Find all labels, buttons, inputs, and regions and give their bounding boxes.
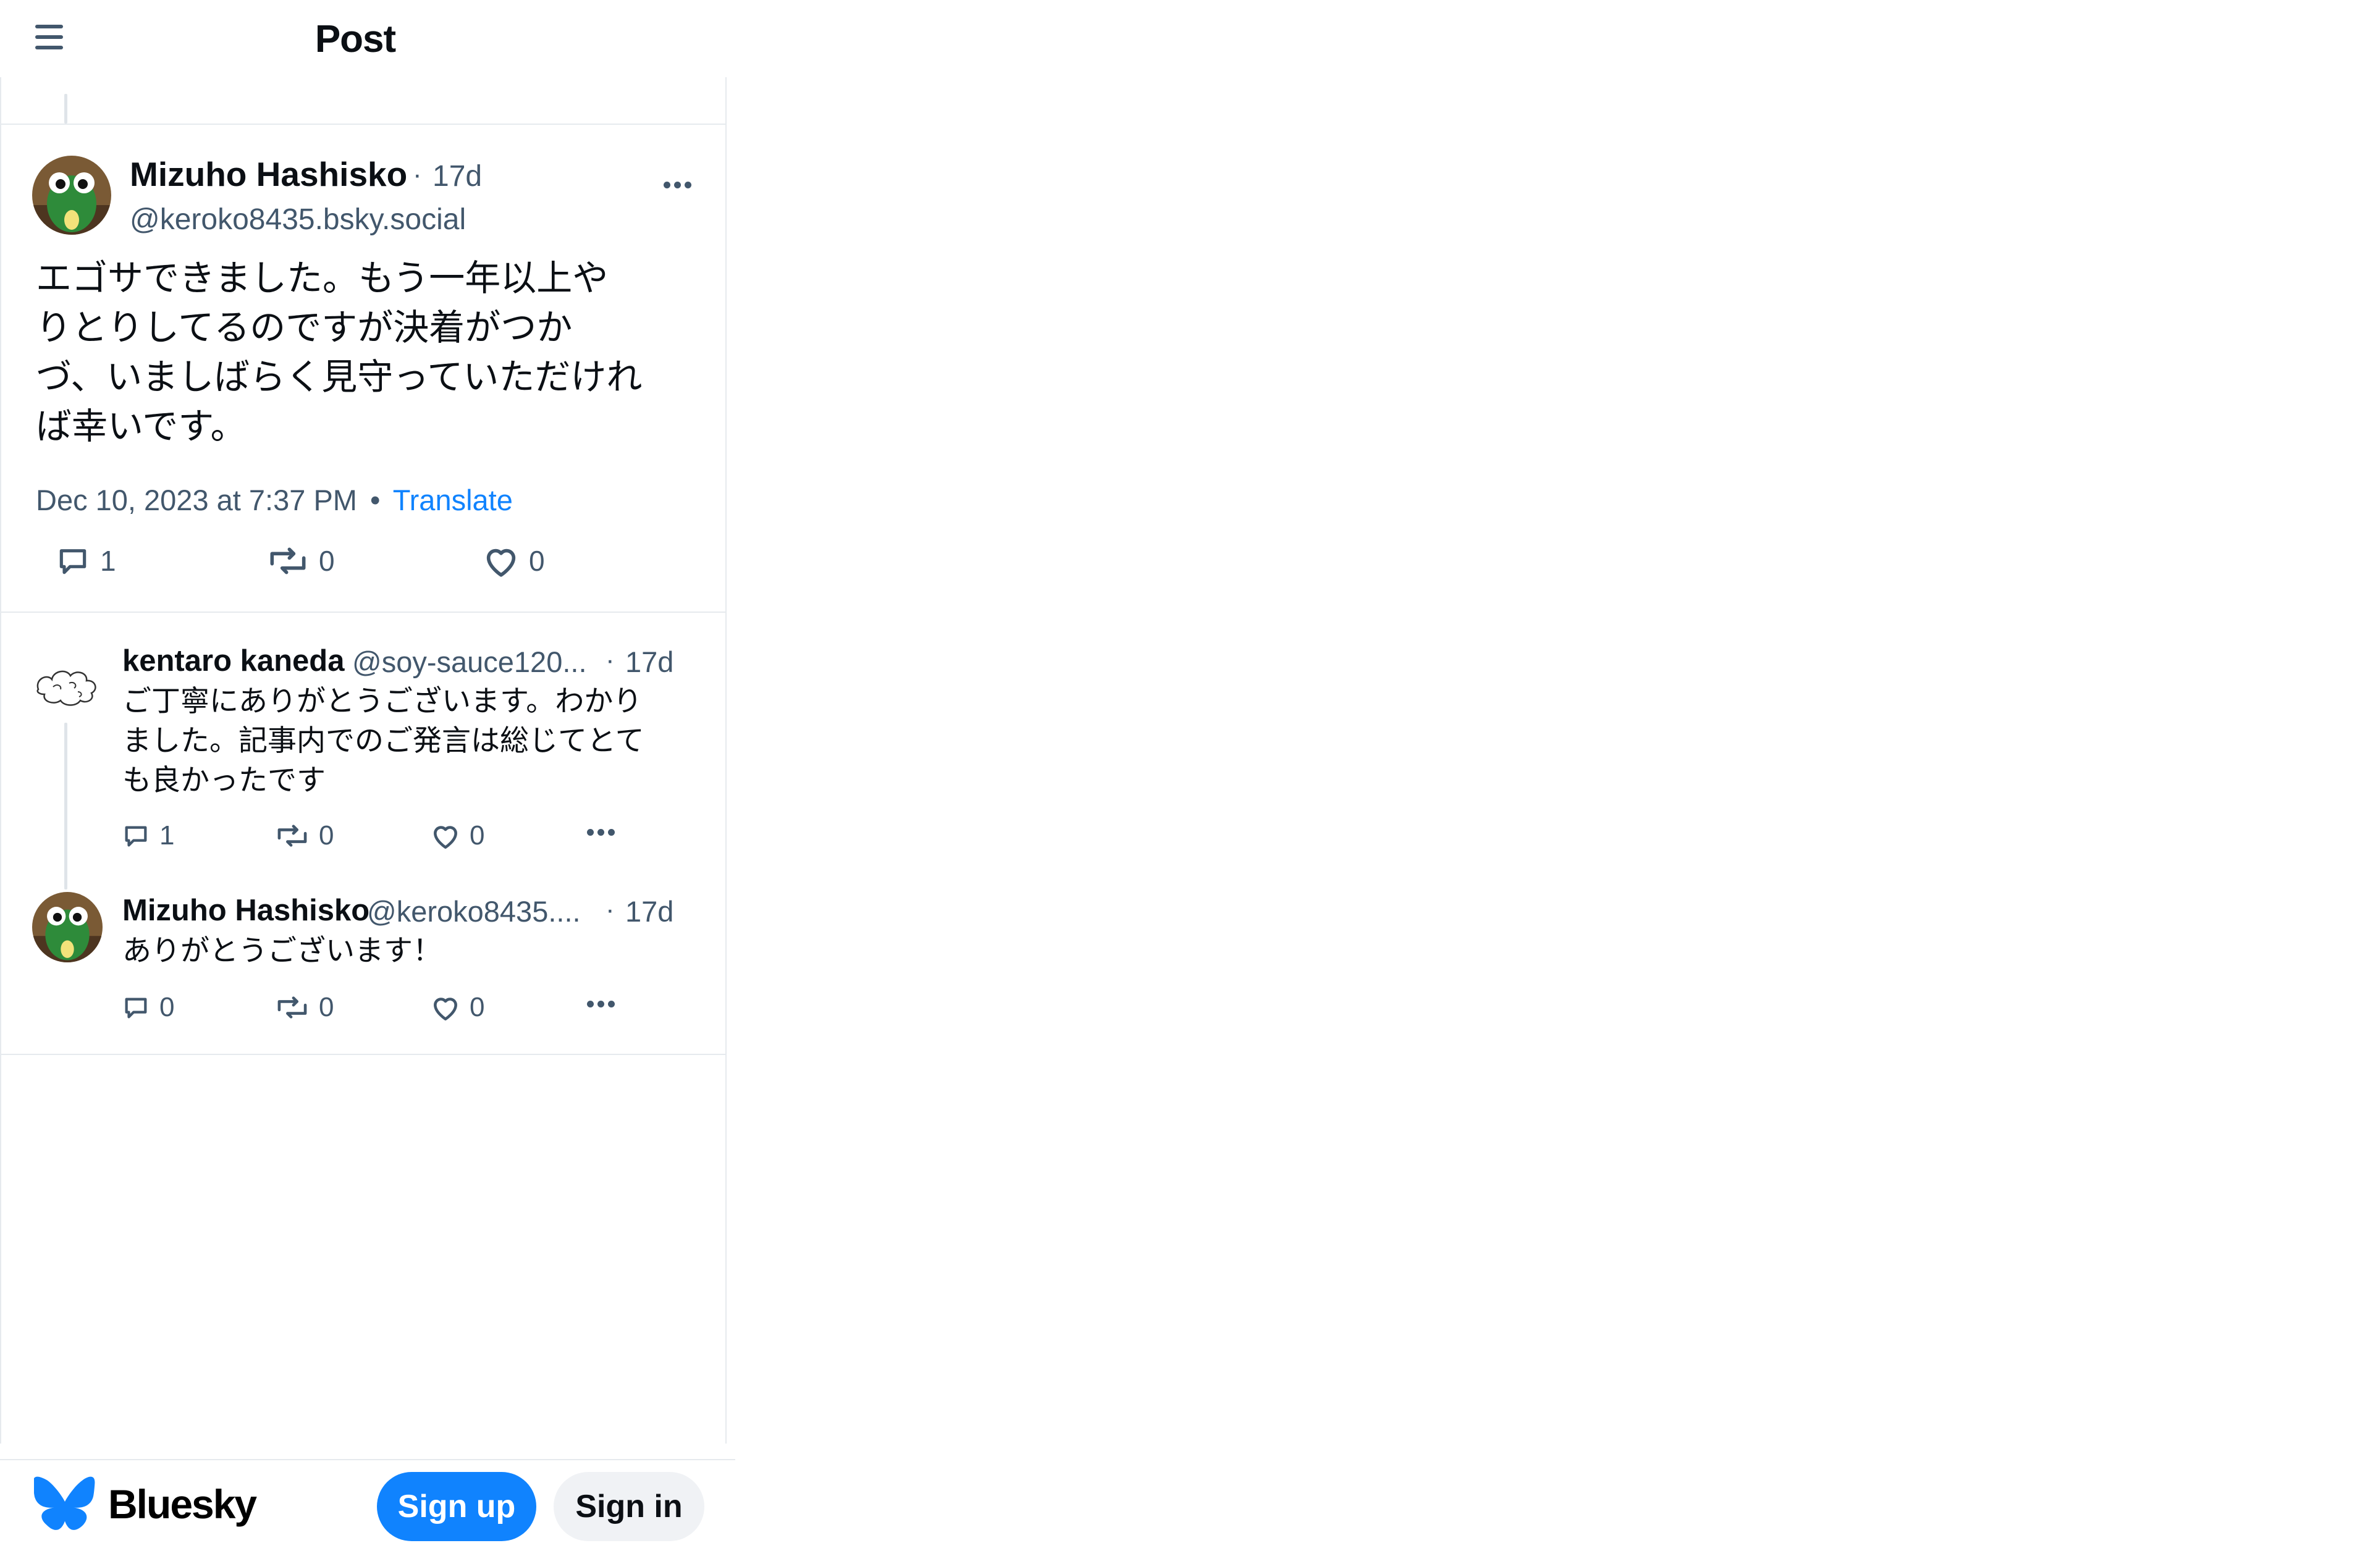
dot-separator: · bbox=[413, 159, 422, 190]
like-count: 0 bbox=[470, 820, 485, 851]
repost-icon bbox=[277, 825, 307, 847]
reply-icon bbox=[125, 998, 147, 1019]
time-ago: 17d bbox=[433, 160, 483, 193]
repost-count: 0 bbox=[319, 992, 334, 1022]
like-button[interactable]: 0 bbox=[482, 544, 545, 578]
repost-button[interactable]: 0 bbox=[274, 820, 334, 851]
main-column: Post Mizuho Hashisko · 17d @keroko8435.b… bbox=[0, 0, 727, 1564]
post-timestamp-row: Dec 10, 2023 at 7:37 PM • Translate bbox=[36, 483, 513, 517]
author-handle[interactable]: @keroko8435.bsky.social bbox=[130, 203, 466, 237]
divider bbox=[0, 612, 725, 613]
bluesky-logo[interactable]: Bluesky bbox=[34, 1476, 257, 1532]
author-name[interactable]: Mizuho Hashisko bbox=[130, 154, 407, 194]
repost-button[interactable]: 0 bbox=[266, 544, 335, 578]
like-button[interactable]: 0 bbox=[430, 992, 484, 1023]
more-options-icon[interactable] bbox=[664, 182, 691, 188]
divider bbox=[0, 124, 725, 125]
heart-icon bbox=[486, 549, 516, 577]
dot-separator: · bbox=[606, 645, 615, 675]
reply-count: 1 bbox=[159, 820, 175, 851]
author-name[interactable]: kentaro kaneda bbox=[122, 644, 345, 678]
reply-text: ご丁寧にありがとうございます。わかり ました。記事内でのご発言は総じてとて も良… bbox=[122, 684, 644, 797]
heart-icon bbox=[434, 998, 457, 1021]
reply-button[interactable]: 0 bbox=[121, 992, 174, 1023]
repost-button[interactable]: 0 bbox=[274, 992, 334, 1023]
repost-count: 0 bbox=[319, 545, 335, 577]
divider bbox=[0, 1054, 725, 1055]
heart-icon bbox=[434, 826, 457, 849]
avatar[interactable] bbox=[32, 892, 103, 962]
bullet: • bbox=[370, 484, 381, 516]
footer-divider bbox=[0, 1459, 735, 1460]
reply-count: 0 bbox=[159, 992, 175, 1022]
reply-icon bbox=[125, 826, 147, 847]
more-options-icon[interactable] bbox=[587, 829, 615, 836]
reply-thread-line bbox=[64, 723, 67, 889]
sign-in-button[interactable]: Sign in bbox=[554, 1472, 704, 1541]
author-handle[interactable]: @keroko8435.... bbox=[367, 894, 581, 928]
reply-button[interactable]: 1 bbox=[121, 820, 174, 851]
post-timestamp: Dec 10, 2023 at 7:37 PM bbox=[36, 484, 357, 516]
page-title: Post bbox=[314, 18, 396, 61]
author-handle[interactable]: @soy-sauce120... bbox=[352, 645, 587, 679]
sign-up-button[interactable]: Sign up bbox=[377, 1472, 536, 1541]
butterfly-icon bbox=[34, 1476, 95, 1530]
parent-thread-line bbox=[64, 94, 67, 124]
like-count: 0 bbox=[470, 992, 485, 1022]
avatar[interactable] bbox=[32, 649, 104, 720]
time-ago: 17d bbox=[625, 895, 674, 928]
post-text: エゴサできました。もう一年以上や りとりしてるのですが決着がつか づ、いましばら… bbox=[36, 257, 643, 447]
author-name[interactable]: Mizuho Hashisko bbox=[122, 893, 369, 928]
repost-icon bbox=[277, 996, 307, 1019]
time-ago: 17d bbox=[625, 645, 674, 678]
translate-link[interactable]: Translate bbox=[393, 484, 513, 516]
like-count: 0 bbox=[529, 545, 545, 577]
brand-name: Bluesky bbox=[108, 1481, 257, 1527]
dot-separator: · bbox=[606, 894, 615, 925]
repost-icon bbox=[270, 547, 306, 574]
reply-count: 1 bbox=[100, 545, 116, 577]
reply-text: ありがとうございます！ bbox=[122, 934, 442, 968]
more-options-icon[interactable] bbox=[587, 1001, 615, 1007]
avatar[interactable] bbox=[32, 156, 111, 235]
reply-button[interactable]: 1 bbox=[54, 544, 116, 578]
repost-count: 0 bbox=[319, 820, 334, 851]
like-button[interactable]: 0 bbox=[430, 820, 484, 851]
reply-icon bbox=[59, 549, 87, 574]
